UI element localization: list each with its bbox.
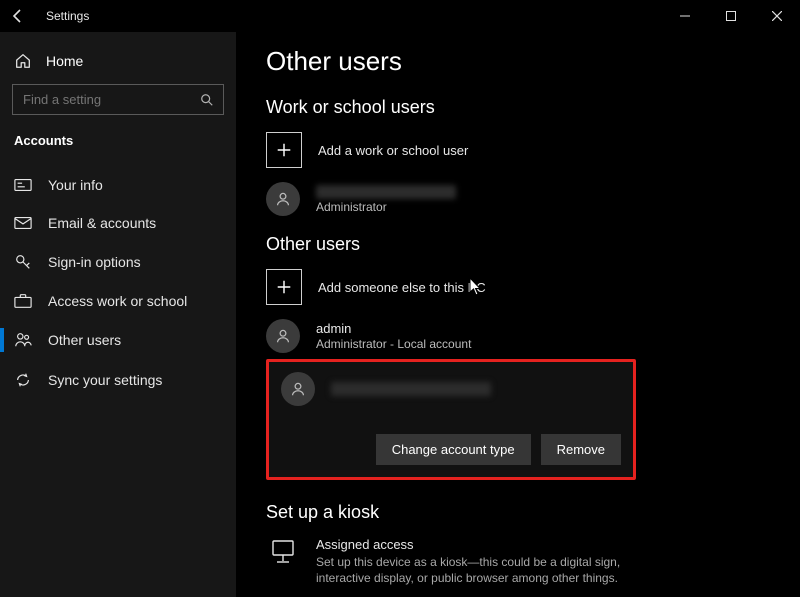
window-title: Settings [46, 9, 89, 23]
work-user-name-redacted [316, 185, 456, 199]
people-icon [14, 331, 32, 349]
home-label: Home [46, 53, 83, 69]
assigned-access-desc: Set up this device as a kiosk—this could… [316, 554, 676, 586]
add-other-user-button[interactable] [266, 269, 302, 305]
sidebar-item-access-work-school[interactable]: Access work or school [0, 282, 236, 320]
sidebar-item-email-accounts[interactable]: Email & accounts [0, 204, 236, 242]
sidebar-item-sign-in-options[interactable]: Sign-in options [0, 242, 236, 282]
maximize-button[interactable] [708, 0, 754, 32]
person-icon [274, 327, 292, 345]
plus-icon [275, 278, 293, 296]
assigned-access-title: Assigned access [316, 537, 676, 552]
nav-item-label: Your info [48, 177, 103, 193]
admin-user-row[interactable]: admin Administrator - Local account [266, 319, 800, 353]
nav-item-label: Sign-in options [48, 254, 141, 270]
work-school-heading: Work or school users [266, 97, 800, 118]
search-wrap [12, 84, 224, 115]
minimize-icon [680, 11, 690, 21]
back-button[interactable] [4, 2, 32, 30]
sidebar: Home Accounts Your info Email & accounts [0, 32, 236, 597]
home-icon [14, 52, 32, 70]
nav-item-label: Other users [48, 332, 121, 348]
assigned-access-row[interactable]: Assigned access Set up this device as a … [266, 537, 800, 586]
selected-user-row[interactable] [281, 372, 621, 406]
remove-user-button[interactable]: Remove [541, 434, 621, 465]
change-account-type-button[interactable]: Change account type [376, 434, 531, 465]
nav-list: Your info Email & accounts Sign-in optio… [0, 166, 236, 400]
add-work-user-row[interactable]: Add a work or school user [266, 132, 800, 168]
person-icon [274, 190, 292, 208]
add-other-user-label: Add someone else to this PC [318, 280, 486, 295]
work-user-role: Administrator [316, 200, 456, 214]
person-icon [289, 380, 307, 398]
arrow-left-icon [10, 8, 26, 24]
selected-user-card: Change account type Remove [266, 359, 636, 480]
kiosk-heading: Set up a kiosk [266, 502, 800, 523]
admin-user-name: admin [316, 321, 471, 336]
selected-user-name-redacted [331, 382, 491, 396]
sidebar-item-sync-settings[interactable]: Sync your settings [0, 360, 236, 400]
avatar [266, 182, 300, 216]
close-icon [772, 11, 782, 21]
add-other-user-row[interactable]: Add someone else to this PC [266, 269, 800, 305]
briefcase-icon [14, 293, 32, 309]
add-work-user-label: Add a work or school user [318, 143, 468, 158]
sidebar-section: Accounts [0, 129, 236, 166]
mail-icon [14, 216, 32, 230]
admin-user-role: Administrator - Local account [316, 337, 471, 351]
page-title: Other users [266, 46, 800, 77]
sidebar-item-your-info[interactable]: Your info [0, 166, 236, 204]
main-content: Other users Work or school users Add a w… [236, 32, 800, 597]
search-input[interactable] [12, 84, 224, 115]
key-icon [14, 253, 32, 271]
nav-item-label: Email & accounts [48, 215, 156, 231]
sync-icon [14, 371, 32, 389]
sidebar-item-other-users[interactable]: Other users [0, 320, 236, 360]
add-work-user-button[interactable] [266, 132, 302, 168]
minimize-button[interactable] [662, 0, 708, 32]
work-user-row[interactable]: Administrator [266, 182, 800, 216]
window-controls [662, 0, 800, 32]
plus-icon [275, 141, 293, 159]
title-bar: Settings [0, 0, 800, 32]
maximize-icon [726, 11, 736, 21]
nav-item-label: Sync your settings [48, 372, 162, 388]
avatar [281, 372, 315, 406]
other-users-heading: Other users [266, 234, 800, 255]
kiosk-icon [270, 539, 296, 565]
avatar [266, 319, 300, 353]
home-button[interactable]: Home [0, 46, 236, 80]
close-button[interactable] [754, 0, 800, 32]
your-info-icon [14, 178, 32, 192]
nav-item-label: Access work or school [48, 293, 187, 309]
